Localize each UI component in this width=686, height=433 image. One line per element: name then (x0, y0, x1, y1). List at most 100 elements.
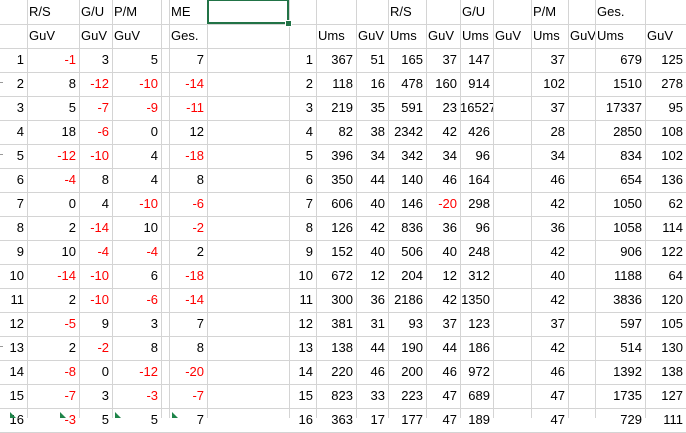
cell-B17[interactable]: -7 (27, 384, 79, 408)
cell-K12[interactable]: 12 (356, 264, 388, 288)
cell-M15[interactable]: 44 (426, 336, 460, 360)
cell-B11[interactable]: 10 (27, 240, 79, 264)
cell-P15[interactable]: 42 (531, 336, 568, 360)
cell-P13[interactable]: 42 (531, 288, 568, 312)
cell-F10[interactable]: -2 (169, 216, 207, 240)
cell-F4[interactable]: -14 (169, 72, 207, 96)
cell-J13[interactable]: 300 (316, 288, 356, 312)
cell-M9[interactable]: -20 (426, 192, 460, 216)
cell-S7[interactable]: 102 (645, 144, 686, 168)
cell-C17[interactable]: 3 (79, 384, 112, 408)
cell-M2[interactable]: GuV (426, 24, 460, 48)
cell-K16[interactable]: 46 (356, 360, 388, 384)
cell-J4[interactable]: 118 (316, 72, 356, 96)
cell-R6[interactable]: 2850 (595, 120, 645, 144)
cell-N17[interactable]: 689 (460, 384, 493, 408)
cell-K13[interactable]: 36 (356, 288, 388, 312)
cell-I17[interactable]: 15 (289, 384, 316, 408)
cell-L6[interactable]: 2342 (388, 120, 426, 144)
cell-S13[interactable]: 120 (645, 288, 686, 312)
cell-N3[interactable]: 147 (460, 48, 493, 72)
cell-M3[interactable]: 37 (426, 48, 460, 72)
cell-D7[interactable]: 4 (112, 144, 161, 168)
cell-I7[interactable]: 5 (289, 144, 316, 168)
cell-L17[interactable]: 223 (388, 384, 426, 408)
cell-L5[interactable]: 591 (388, 96, 426, 120)
cell-F17[interactable]: -7 (169, 384, 207, 408)
cell-N1[interactable]: G/U (460, 0, 493, 24)
cell-P3[interactable]: 37 (531, 48, 568, 72)
fill-handle[interactable] (285, 20, 292, 27)
cell-C5[interactable]: -7 (79, 96, 112, 120)
cell-J10[interactable]: 126 (316, 216, 356, 240)
cell-P8[interactable]: 46 (531, 168, 568, 192)
cell-L18[interactable]: 177 (388, 408, 426, 432)
cell-M5[interactable]: 23 (426, 96, 460, 120)
cell-A13[interactable]: 11 (0, 288, 27, 312)
cell-R4[interactable]: 1510 (595, 72, 645, 96)
cell-P17[interactable]: 47 (531, 384, 568, 408)
cell-B12[interactable]: -14 (27, 264, 79, 288)
cell-M7[interactable]: 34 (426, 144, 460, 168)
cell-O2[interactable]: GuV (493, 24, 531, 48)
cell-S3[interactable]: 125 (645, 48, 686, 72)
cell-I18[interactable]: 16 (289, 408, 316, 432)
cell-M13[interactable]: 42 (426, 288, 460, 312)
cell-R16[interactable]: 1392 (595, 360, 645, 384)
cell-P11[interactable]: 42 (531, 240, 568, 264)
cell-N8[interactable]: 164 (460, 168, 493, 192)
cell-C13[interactable]: -10 (79, 288, 112, 312)
cell-B4[interactable]: 8 (27, 72, 79, 96)
cell-M6[interactable]: 42 (426, 120, 460, 144)
cell-L15[interactable]: 190 (388, 336, 426, 360)
cell-B13[interactable]: 2 (27, 288, 79, 312)
cell-B1[interactable]: R/S (27, 0, 79, 24)
cell-I9[interactable]: 7 (289, 192, 316, 216)
cell-R18[interactable]: 729 (595, 408, 645, 432)
cell-R15[interactable]: 514 (595, 336, 645, 360)
cell-M8[interactable]: 46 (426, 168, 460, 192)
cell-K11[interactable]: 40 (356, 240, 388, 264)
cell-J5[interactable]: 219 (316, 96, 356, 120)
cell-A12[interactable]: 10 (0, 264, 27, 288)
cell-A9[interactable]: 7 (0, 192, 27, 216)
cell-C4[interactable]: -12 (79, 72, 112, 96)
cell-B3[interactable]: -1 (27, 48, 79, 72)
cell-L12[interactable]: 204 (388, 264, 426, 288)
cell-J11[interactable]: 152 (316, 240, 356, 264)
cell-J9[interactable]: 606 (316, 192, 356, 216)
cell-F5[interactable]: -11 (169, 96, 207, 120)
cell-F15[interactable]: 8 (169, 336, 207, 360)
cell-D10[interactable]: 10 (112, 216, 161, 240)
cell-J2[interactable]: Ums (316, 24, 356, 48)
cell-K9[interactable]: 40 (356, 192, 388, 216)
cell-S2[interactable]: GuV (645, 24, 686, 48)
cell-R17[interactable]: 1735 (595, 384, 645, 408)
cell-S14[interactable]: 105 (645, 312, 686, 336)
cell-C16[interactable]: 0 (79, 360, 112, 384)
cell-N5[interactable]: 16527 (460, 96, 493, 120)
cell-L11[interactable]: 506 (388, 240, 426, 264)
cell-S9[interactable]: 62 (645, 192, 686, 216)
cell-R10[interactable]: 1058 (595, 216, 645, 240)
cell-C3[interactable]: 3 (79, 48, 112, 72)
cell-N14[interactable]: 123 (460, 312, 493, 336)
cell-A5[interactable]: 3 (0, 96, 27, 120)
cell-N13[interactable]: 1350 (460, 288, 493, 312)
cell-I8[interactable]: 6 (289, 168, 316, 192)
cell-I11[interactable]: 9 (289, 240, 316, 264)
cell-L3[interactable]: 165 (388, 48, 426, 72)
cell-M14[interactable]: 37 (426, 312, 460, 336)
cell-I3[interactable]: 1 (289, 48, 316, 72)
cell-C10[interactable]: -14 (79, 216, 112, 240)
cell-S11[interactable]: 122 (645, 240, 686, 264)
cell-N15[interactable]: 186 (460, 336, 493, 360)
cell-S10[interactable]: 114 (645, 216, 686, 240)
cell-F12[interactable]: -18 (169, 264, 207, 288)
cell-I4[interactable]: 2 (289, 72, 316, 96)
cell-A4[interactable]: 2 (0, 72, 27, 96)
cell-I13[interactable]: 11 (289, 288, 316, 312)
cell-P18[interactable]: 47 (531, 408, 568, 432)
cell-I10[interactable]: 8 (289, 216, 316, 240)
cell-F9[interactable]: -6 (169, 192, 207, 216)
